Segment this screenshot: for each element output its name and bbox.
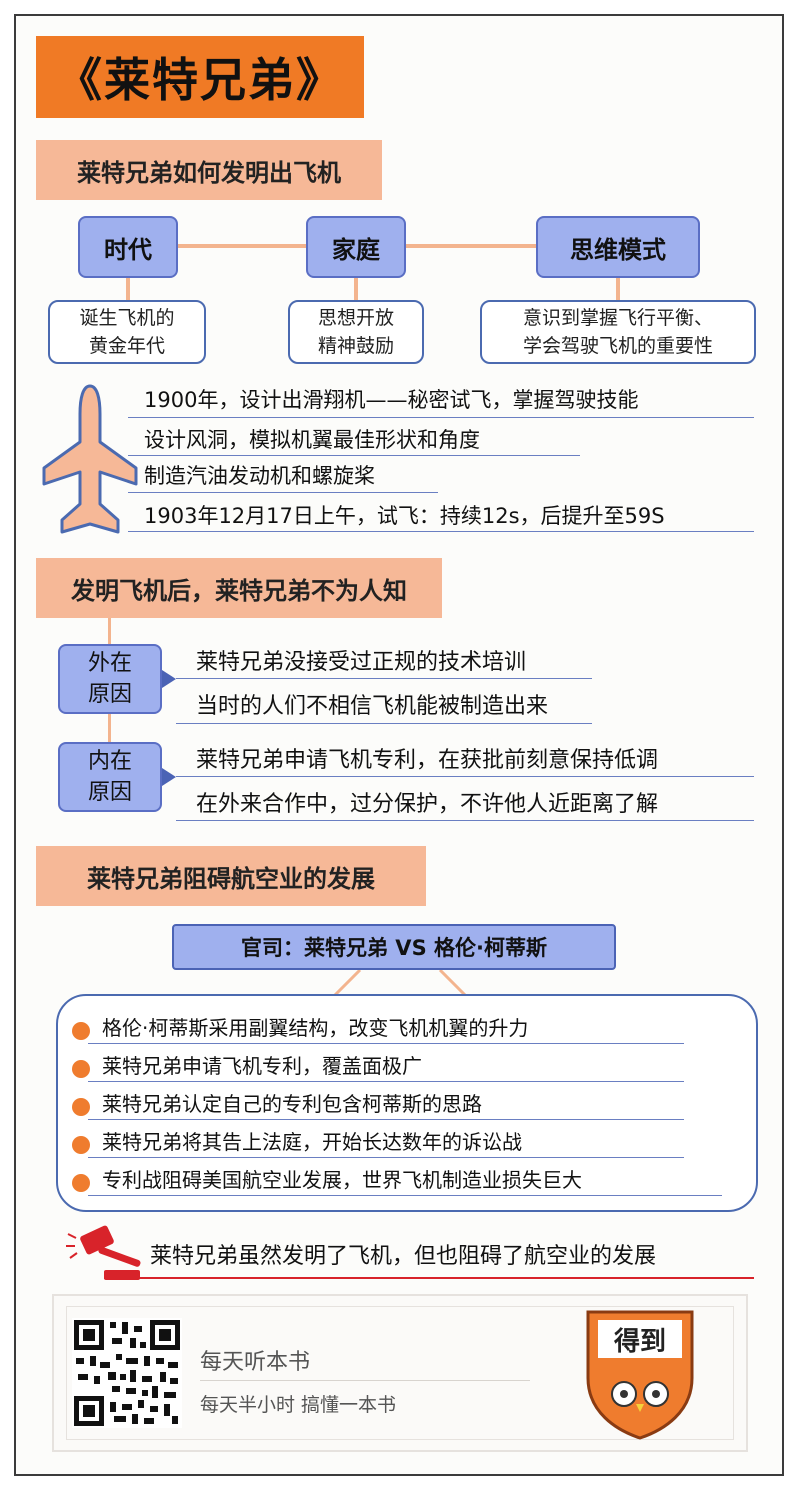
- section-heading-invention: 莱特兄弟如何发明出飞机: [36, 140, 382, 200]
- main-title: 《莱特兄弟》: [36, 36, 364, 118]
- underline: [176, 776, 754, 777]
- underline: [88, 1195, 722, 1196]
- conclusion-text: 莱特兄弟虽然发明了飞机，但也阻碍了航空业的发展: [150, 1244, 657, 1269]
- arrow-right-icon: [162, 768, 176, 786]
- bullet-dot: [72, 1174, 90, 1192]
- connector-line: [108, 714, 111, 742]
- timeline-line: 设计风洞，模拟机翼最佳形状和角度: [144, 428, 480, 452]
- bullet-dot: [72, 1098, 90, 1116]
- connector-line: [108, 618, 111, 644]
- reason-item: 在外来合作中，过分保护，不许他人近距离了解: [196, 792, 659, 817]
- desc-era: 诞生飞机的 黄金年代: [48, 300, 206, 364]
- reason-external: 外在 原因: [58, 644, 162, 714]
- reason-item: 莱特兄弟申请飞机专利，在获批前刻意保持低调: [196, 748, 659, 773]
- app-tagline: 每天半小时 搞懂一本书: [200, 1394, 397, 1416]
- desc-thinking: 意识到掌握飞行平衡、 学会驾驶飞机的重要性: [480, 300, 756, 364]
- reason-internal: 内在 原因: [58, 742, 162, 812]
- node-thinking: 思维模式: [536, 216, 700, 278]
- reason-item: 当时的人们不相信飞机能被制造出来: [196, 694, 549, 719]
- lawsuit-item: 莱特兄弟认定自己的专利包含柯蒂斯的思路: [102, 1092, 482, 1116]
- connector-line: [178, 244, 308, 248]
- underline: [128, 492, 438, 493]
- lawsuit-item: 莱特兄弟申请飞机专利，覆盖面极广: [102, 1054, 422, 1078]
- connector-line: [332, 970, 468, 996]
- gavel-icon: [66, 1225, 141, 1280]
- underline: [176, 678, 592, 679]
- logo-text: 得到: [613, 1326, 666, 1357]
- connector-line: [354, 278, 358, 302]
- underline: [88, 1081, 684, 1082]
- bullet-dot: [72, 1022, 90, 1040]
- underline: [128, 455, 580, 456]
- conclusion-underline: [104, 1277, 754, 1279]
- underline: [128, 417, 754, 418]
- desc-family: 思想开放 精神鼓励: [288, 300, 424, 364]
- timeline-line: 1900年，设计出滑翔机——秘密试飞，掌握驾驶技能: [144, 388, 639, 412]
- bullet-dot: [72, 1060, 90, 1078]
- underline: [88, 1043, 684, 1044]
- lawsuit-item: 专利战阻碍美国航空业发展，世界飞机制造业损失巨大: [102, 1168, 582, 1192]
- underline: [88, 1157, 684, 1158]
- app-name: 每天听本书: [200, 1350, 311, 1375]
- timeline-line: 1903年12月17日上午，试飞：持续12s，后提升至59S: [144, 504, 665, 528]
- section-heading-unknown: 发明飞机后，莱特兄弟不为人知: [36, 558, 442, 618]
- node-era: 时代: [78, 216, 178, 278]
- connector-line: [406, 244, 538, 248]
- underline: [88, 1119, 684, 1120]
- section-heading-hinder: 莱特兄弟阻碍航空业的发展: [36, 846, 426, 906]
- qr-code-icon: [72, 1318, 182, 1428]
- lawsuit-item: 莱特兄弟将其告上法庭，开始长达数年的诉讼战: [102, 1130, 522, 1154]
- underline: [176, 820, 754, 821]
- node-family: 家庭: [306, 216, 406, 278]
- divider: [200, 1380, 530, 1381]
- arrow-right-icon: [162, 670, 176, 688]
- underline: [128, 531, 754, 532]
- lawsuit-item: 格伦·柯蒂斯采用副翼结构，改变飞机机翼的升力: [102, 1016, 529, 1040]
- underline: [176, 723, 592, 724]
- bullet-dot: [72, 1136, 90, 1154]
- connector-line: [126, 278, 130, 302]
- timeline-line: 制造汽油发动机和螺旋桨: [144, 464, 375, 488]
- reason-item: 莱特兄弟没接受过正规的技术培训: [196, 650, 527, 675]
- airplane-icon: [42, 384, 138, 534]
- lawsuit-box: 官司：莱特兄弟 VS 格伦·柯蒂斯: [172, 924, 616, 970]
- connector-line: [616, 278, 620, 302]
